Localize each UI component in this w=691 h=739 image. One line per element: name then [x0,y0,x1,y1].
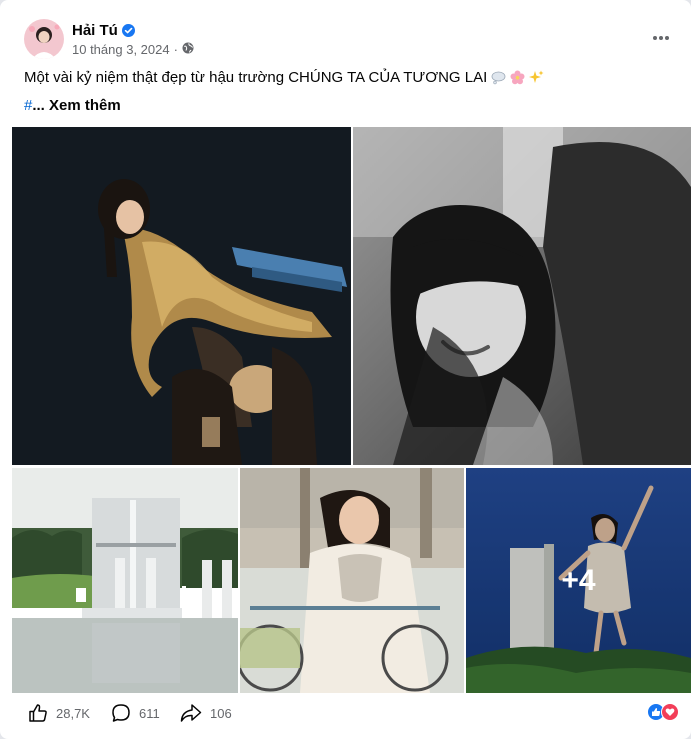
see-more-row: #... Xem thêm [24,97,121,114]
photo-3[interactable] [12,468,238,693]
reaction-summary[interactable] [647,703,679,721]
like-count: 28,7K [56,705,90,721]
more-options-icon[interactable] [649,26,673,50]
sparkles-icon [529,70,544,85]
heart-reaction-icon [661,703,679,721]
thumbs-up-icon [28,703,48,723]
photo-5[interactable]: +4 [466,468,691,693]
globe-icon [182,42,194,57]
comment-icon [111,703,131,723]
photo-1[interactable] [12,127,351,465]
photo-2[interactable] [353,127,691,465]
share-button[interactable]: 106 [180,703,232,723]
author-name[interactable]: Hải Tú [72,22,118,39]
post-caption: Một vài kỷ niệm thật đẹp từ hậu trường C… [24,69,544,86]
post-header: Hải Tú 10 tháng 3, 2024 · [24,19,194,59]
post-card: Hải Tú 10 tháng 3, 2024 · Một vài kỷ niệ… [0,0,691,739]
post-footer: 28,7K 611 106 [0,693,691,733]
photo-4[interactable] [240,468,464,693]
post-date[interactable]: 10 tháng 3, 2024 [72,42,170,57]
thought-bubble-icon [491,70,506,85]
more-photos-count: +4 [466,468,691,693]
share-count: 106 [210,705,232,721]
share-arrow-icon [180,703,202,723]
verified-badge-icon [121,23,135,37]
avatar[interactable] [24,19,64,59]
cherry-blossom-icon [510,70,525,85]
comment-count: 611 [139,705,160,721]
see-more-link[interactable]: ... Xem thêm [32,97,120,114]
caption-text: Một vài kỷ niệm thật đẹp từ hậu trường C… [24,69,488,86]
separator-dot: · [173,41,178,57]
like-button[interactable]: 28,7K [28,703,90,723]
comment-button[interactable]: 611 [111,703,160,723]
